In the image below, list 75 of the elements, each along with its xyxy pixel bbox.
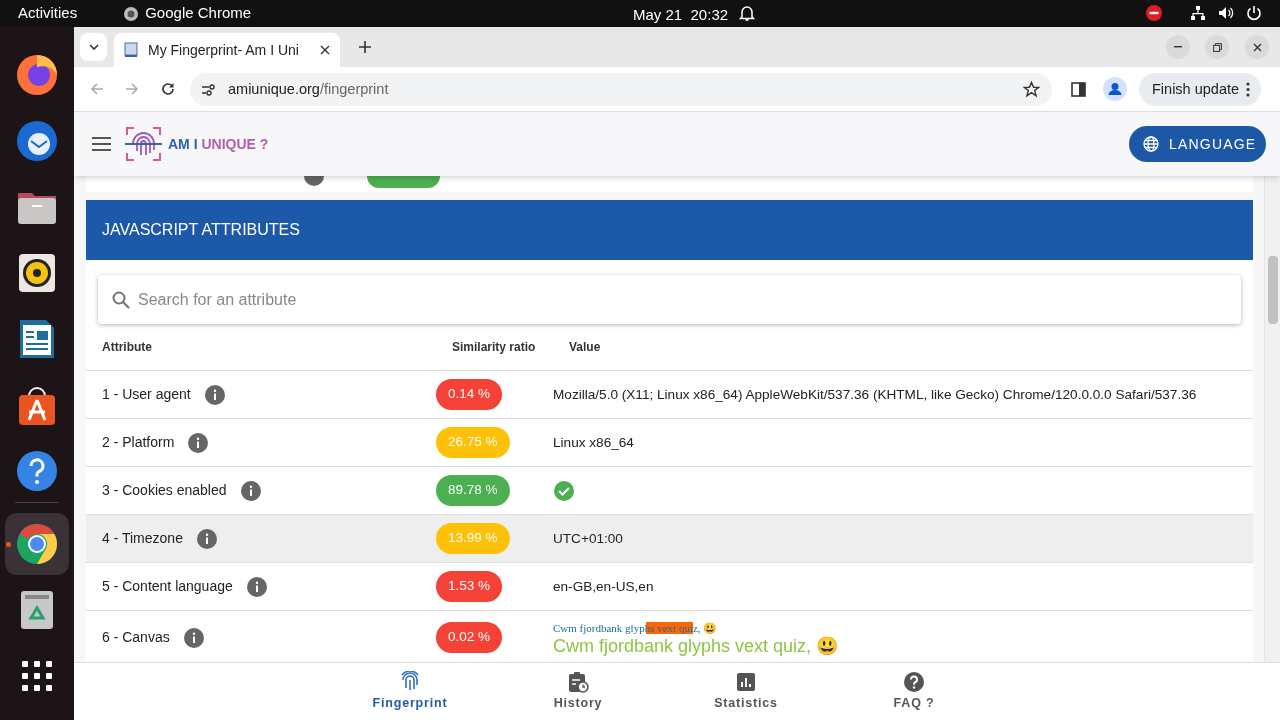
language-button[interactable]: LANGUAGE — [1129, 126, 1266, 162]
restore-icon — [1212, 42, 1222, 52]
chevron-down-icon — [88, 44, 99, 50]
tab-list-button[interactable] — [80, 33, 107, 61]
globe-icon — [1143, 136, 1159, 152]
ratio-badge: 0.02 % — [436, 622, 503, 653]
attribute-name: 1 - User agent — [102, 385, 191, 404]
attribute-value: en-GB,en-US,en — [553, 578, 654, 594]
canvas-text: Cwm fjordbank glyphs vext quiz, 😃 — [553, 635, 840, 658]
chrome-icon — [123, 5, 140, 22]
column-header: Value — [569, 338, 601, 356]
fingerprint-icon — [399, 670, 421, 693]
minimize-icon — [1174, 46, 1182, 48]
address-bar[interactable]: amiunique.org/fingerprint — [190, 73, 1052, 106]
site-settings-icon — [202, 83, 216, 96]
mail-bird-icon — [15, 119, 59, 163]
new-tab-icon[interactable] — [359, 41, 371, 53]
network-icon[interactable] — [1190, 5, 1206, 21]
reload-icon[interactable] — [161, 82, 175, 96]
help-icon — [15, 449, 59, 493]
close-icon[interactable] — [320, 45, 330, 55]
ratio-badge: 0.14 % — [436, 379, 503, 410]
power-icon[interactable] — [1246, 5, 1262, 21]
fingerprint-logo-icon — [125, 125, 162, 163]
search-field[interactable]: Search for an attribute — [98, 275, 1241, 324]
column-header: Similarity ratio — [452, 338, 537, 356]
attribute-name: 4 - Timezone — [102, 529, 183, 548]
side-panel-icon[interactable] — [1071, 82, 1086, 97]
attribute-name: 2 - Platform — [102, 433, 175, 452]
attribute-name: 5 - Content language — [102, 577, 233, 596]
help-icon — [903, 670, 925, 693]
ratio-badge: 26.75 % — [436, 427, 510, 458]
fox-globe-icon — [15, 53, 59, 97]
chrome-icon — [15, 522, 59, 566]
attribute-name: 6 - Canvas — [102, 628, 170, 647]
scrollbar-thumb[interactable] — [1267, 256, 1278, 324]
clock[interactable]: May 21 20:32 — [633, 4, 729, 27]
attribute-value: Mozilla/5.0 (X11; Linux x86_64) AppleWebKit/537.36 (KHTML, like Gecko) Chrome/120.0.0.0 Safari/537.36 — [553, 386, 1197, 402]
close-icon — [1252, 42, 1262, 52]
blocked-icon[interactable] — [1146, 5, 1162, 21]
site-logo-text[interactable]: AM I UNIQUE ? — [168, 133, 269, 155]
tab-title: My Fingerprint- Am I Uni — [148, 40, 299, 60]
more-icon[interactable] — [1246, 82, 1250, 97]
nav-tab[interactable]: History — [494, 663, 662, 720]
bookmark-star-icon[interactable] — [1023, 81, 1040, 98]
volume-icon[interactable] — [1218, 5, 1234, 21]
close-window-button[interactable] — [1245, 35, 1269, 59]
url-text: amiunique.org/fingerprint — [228, 79, 389, 99]
clipboard-clock-icon — [567, 670, 589, 693]
ratio-badge: 13.99 % — [436, 523, 510, 554]
finish-update-button[interactable]: Finish update — [1139, 73, 1261, 106]
search-icon — [112, 291, 130, 309]
attribute-name: 3 - Cookies enabled — [102, 481, 227, 500]
check-circle-icon — [553, 479, 575, 502]
column-header: Attribute — [101, 338, 153, 356]
menu-icon[interactable] — [92, 137, 111, 151]
activities-button[interactable]: Activities — [18, 2, 78, 25]
ratio-badge: 89.78 % — [436, 475, 510, 506]
restore-button[interactable] — [1205, 35, 1229, 59]
profile-icon[interactable] — [1103, 77, 1127, 101]
ratio-badge: 1.53 % — [436, 571, 503, 602]
bar-chart-icon — [735, 670, 757, 693]
bell-icon[interactable] — [739, 5, 755, 22]
browser-tab[interactable]: My Fingerprint- Am I Uni — [114, 33, 340, 67]
nav-tab[interactable]: Statistics — [662, 663, 830, 720]
app-name: Google Chrome — [145, 3, 252, 24]
table-row[interactable]: 4 - Timezone 13.99 % UTC+01:00 — [86, 515, 1253, 563]
nav-tab[interactable]: Fingerprint — [326, 663, 494, 720]
attribute-value: Linux x86_64 — [553, 434, 634, 450]
page-icon — [124, 42, 138, 58]
dock-item[interactable] — [5, 513, 69, 575]
section-title: JAVASCRIPT ATTRIBUTES — [102, 220, 300, 240]
attribute-value: UTC+01:00 — [553, 530, 623, 546]
running-indicator — [6, 542, 11, 547]
nav-tab[interactable]: FAQ ? — [830, 663, 998, 720]
